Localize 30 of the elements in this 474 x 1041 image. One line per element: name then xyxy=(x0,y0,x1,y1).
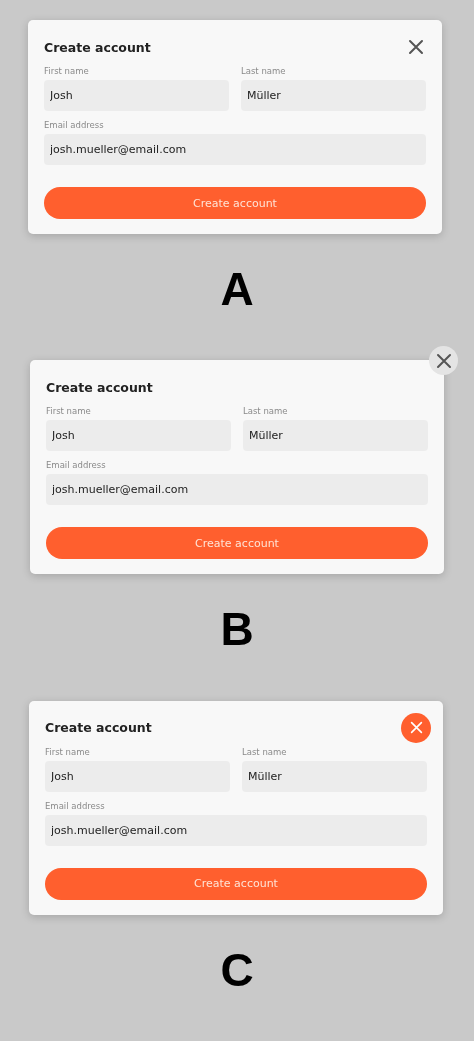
field-label: First name xyxy=(46,406,92,417)
field-label: Email address xyxy=(44,120,105,130)
field-label: First name xyxy=(44,66,90,76)
close-icon xyxy=(409,721,423,735)
input-field[interactable]: Josh xyxy=(44,80,229,111)
input-field[interactable]: Müller xyxy=(241,80,426,111)
field-label: Last name xyxy=(241,66,287,76)
field-label: Last name xyxy=(242,746,288,757)
input-field[interactable]: josh.mueller@email.com xyxy=(45,814,427,846)
field-label: First name xyxy=(45,746,91,757)
close-icon xyxy=(435,352,452,369)
input-field[interactable]: josh.mueller@email.com xyxy=(46,474,428,506)
close-button[interactable] xyxy=(406,37,426,57)
variant-label: C xyxy=(220,946,254,993)
close-button[interactable] xyxy=(401,712,431,743)
input-field[interactable]: Josh xyxy=(45,760,230,792)
variant-label: B xyxy=(220,606,254,653)
dialog-title: Create account xyxy=(45,720,152,736)
field-label: Email address xyxy=(45,800,106,811)
input-field[interactable]: josh.mueller@email.com xyxy=(44,134,426,165)
variant-label: A xyxy=(220,266,254,312)
input-field[interactable]: Müller xyxy=(242,760,427,792)
field-label: Email address xyxy=(46,460,107,471)
field-label: Last name xyxy=(243,406,289,417)
close-button[interactable] xyxy=(429,346,458,376)
input-field[interactable]: Müller xyxy=(243,420,428,452)
dialog-title: Create account xyxy=(46,379,153,395)
dialog-title: Create account xyxy=(44,39,151,55)
close-icon xyxy=(408,39,424,55)
input-field[interactable]: Josh xyxy=(46,420,231,452)
